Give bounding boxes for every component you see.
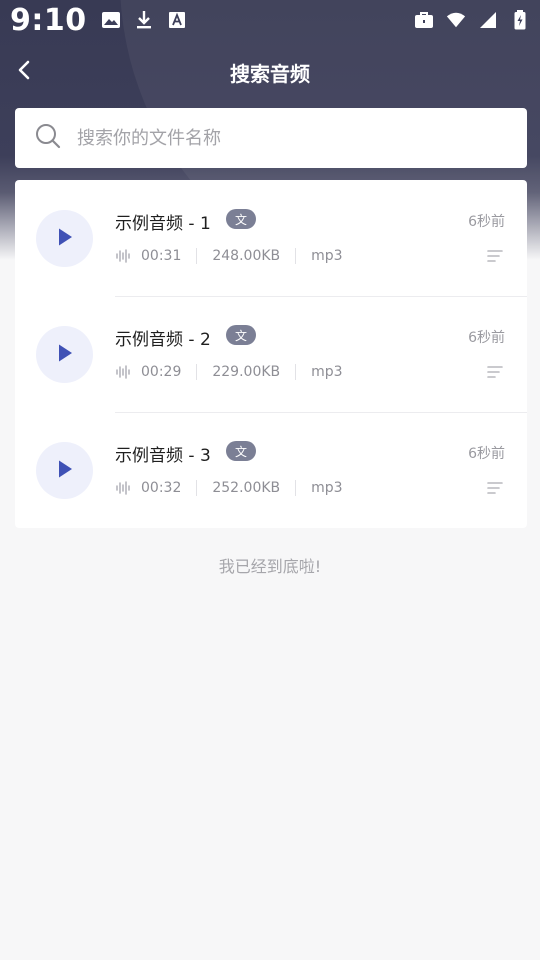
play-icon xyxy=(56,227,74,251)
audio-format: mp3 xyxy=(311,364,343,380)
meta-divider xyxy=(295,364,297,380)
wifi-icon xyxy=(446,10,466,30)
audio-meta: 00:29 229.00KB mp3 xyxy=(115,364,343,380)
audio-meta: 00:32 252.00KB mp3 xyxy=(115,480,343,496)
audio-list-item[interactable]: 示例音频 - 1 文 6秒前 00:31 248.00KB mp3 xyxy=(15,180,527,296)
play-button[interactable] xyxy=(36,210,93,267)
time-ago: 6秒前 xyxy=(468,446,505,462)
image-icon xyxy=(101,10,121,30)
audio-title: 示例音频 - 2 xyxy=(115,330,211,350)
status-bar: 9:10 xyxy=(0,0,540,40)
waveform-icon xyxy=(115,249,131,263)
text-badge: 文 xyxy=(226,209,256,229)
audio-title: 示例音频 - 3 xyxy=(115,446,211,466)
font-icon xyxy=(167,10,187,30)
text-badge: 文 xyxy=(226,441,256,461)
item-menu-button[interactable] xyxy=(485,480,505,500)
audio-meta: 00:31 248.00KB mp3 xyxy=(115,248,343,264)
audio-list-item[interactable]: 示例音频 - 2 文 6秒前 00:29 229.00KB mp3 xyxy=(15,296,527,412)
audio-duration: 00:31 xyxy=(141,248,182,264)
meta-divider xyxy=(196,248,198,264)
waveform-icon xyxy=(115,365,131,379)
meta-divider xyxy=(196,364,198,380)
audio-format: mp3 xyxy=(311,480,343,496)
meta-divider xyxy=(295,480,297,496)
audio-list-item[interactable]: 示例音频 - 3 文 6秒前 00:32 252.00KB mp3 xyxy=(15,412,527,528)
meta-divider xyxy=(295,248,297,264)
search-input[interactable] xyxy=(77,127,497,149)
end-of-list-text: 我已经到底啦! xyxy=(218,557,322,576)
time-ago: 6秒前 xyxy=(468,214,505,230)
item-menu-button[interactable] xyxy=(485,364,505,384)
screen: 9:10 搜索音频 搜索你的文件名称 示例音频 - 1 文 6秒前 00:31 … xyxy=(0,0,540,960)
audio-size: 229.00KB xyxy=(212,364,281,380)
item-menu-button[interactable] xyxy=(485,248,505,268)
play-icon xyxy=(56,343,74,367)
audio-duration: 00:32 xyxy=(141,480,182,496)
menu-lines-icon xyxy=(486,248,504,268)
time-ago: 6秒前 xyxy=(468,330,505,346)
menu-lines-icon xyxy=(486,364,504,384)
signal-icon xyxy=(478,10,498,30)
status-system-icons xyxy=(414,10,530,30)
menu-lines-icon xyxy=(486,480,504,500)
audio-list: 示例音频 - 1 文 6秒前 00:31 248.00KB mp3 示例音频 -… xyxy=(15,180,527,528)
briefcase-icon xyxy=(414,10,434,30)
play-icon xyxy=(56,459,74,483)
audio-duration: 00:29 xyxy=(141,364,182,380)
play-button[interactable] xyxy=(36,442,93,499)
page-title: 搜索音频 xyxy=(230,62,310,86)
search-bar[interactable] xyxy=(15,108,527,168)
battery-icon xyxy=(510,10,530,30)
play-button[interactable] xyxy=(36,326,93,383)
audio-title: 示例音频 - 1 xyxy=(115,214,211,234)
download-icon xyxy=(134,10,154,30)
title-bar: 搜索音频 xyxy=(0,46,540,98)
audio-format: mp3 xyxy=(311,248,343,264)
audio-size: 248.00KB xyxy=(212,248,281,264)
meta-divider xyxy=(196,480,198,496)
text-badge: 文 xyxy=(226,325,256,345)
status-notification-icons xyxy=(101,10,187,30)
waveform-icon xyxy=(115,481,131,495)
search-icon xyxy=(35,123,61,153)
status-time: 9:10 xyxy=(10,2,87,38)
audio-size: 252.00KB xyxy=(212,480,281,496)
